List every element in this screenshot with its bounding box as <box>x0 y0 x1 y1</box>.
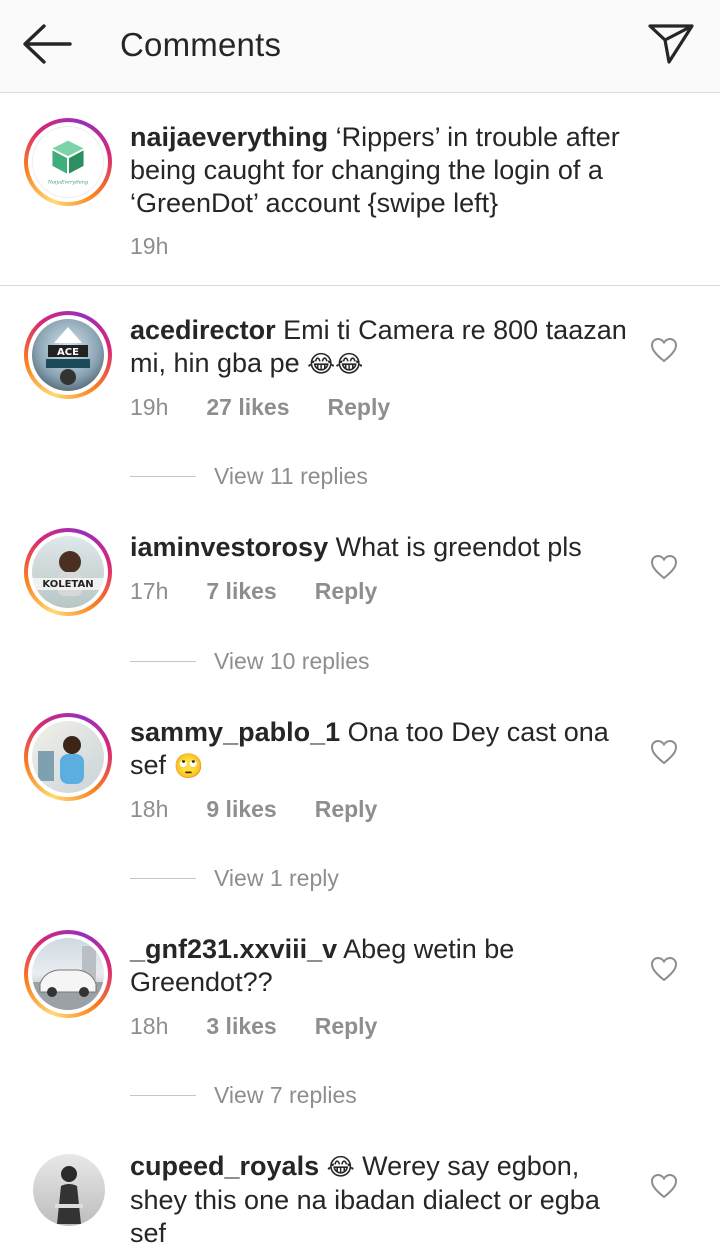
heart-icon[interactable] <box>650 1173 678 1199</box>
top-bar: Comments <box>0 0 720 93</box>
comment-meta: 18h 3 likes Reply <box>130 1013 377 1040</box>
view-replies-label: View 7 replies <box>214 1082 357 1108</box>
comment-avatar[interactable]: KOLETAN <box>24 528 112 616</box>
heart-icon[interactable] <box>650 739 678 765</box>
reply-button[interactable]: Reply <box>315 796 378 823</box>
comment-time: 17h <box>130 578 169 604</box>
comment-text: sammy_pablo_1 Ona too Dey cast ona sef 🙄 <box>130 716 630 783</box>
comment-avatar[interactable] <box>33 1154 105 1226</box>
heart-icon[interactable] <box>650 337 678 363</box>
reply-button[interactable]: Reply <box>315 578 378 605</box>
comment-meta: 17h 7 likes Reply <box>130 578 377 605</box>
likes-count[interactable]: 3 likes <box>206 1013 276 1040</box>
reply-button[interactable]: Reply <box>328 394 391 421</box>
svg-text:ACE: ACE <box>57 347 79 358</box>
likes-count[interactable]: 9 likes <box>206 796 276 823</box>
reply-button[interactable]: Reply <box>315 1013 378 1040</box>
divider-line <box>130 661 196 662</box>
comment-time: 18h <box>130 796 169 822</box>
svg-text:NaijaEverything: NaijaEverything <box>47 179 88 185</box>
comment-body: What is greendot pls <box>335 532 582 562</box>
car-photo <box>32 946 104 1010</box>
comment-text: iaminvestorosy What is greendot pls <box>130 531 630 564</box>
comment-username[interactable]: cupeed_royals <box>130 1151 319 1181</box>
page-title: Comments <box>120 26 282 63</box>
laughing-emoji-icon: 😂 <box>326 1153 355 1181</box>
post-caption: NaijaEverything naijaeverything ‘Rippers… <box>0 94 720 286</box>
koletan-avatar: KOLETAN <box>32 551 104 596</box>
comment-username[interactable]: _gnf231.xxviii_v <box>130 934 337 964</box>
comment-text: cupeed_royals 😂 Werey say egbon, shey th… <box>130 1150 630 1250</box>
view-replies-label: View 1 reply <box>214 865 339 891</box>
comment-avatar[interactable]: ACE <box>24 311 112 399</box>
view-replies-label: View 10 replies <box>214 648 370 674</box>
laughing-emoji-icon: 😂😂 <box>307 350 364 378</box>
comment-username[interactable]: acedirector <box>130 315 276 345</box>
comment-meta: 19h 27 likes Reply <box>130 394 390 421</box>
comment-username[interactable]: iaminvestorosy <box>130 532 328 562</box>
comment-text: _gnf231.xxviii_v Abeg wetin be Greendot?… <box>130 933 630 999</box>
divider-line <box>130 1095 196 1096</box>
comment-text: acedirector Emi ti Camera re 800 taazan … <box>130 314 630 381</box>
comment-avatar[interactable] <box>24 713 112 801</box>
back-arrow-icon[interactable] <box>20 22 74 66</box>
ace-logo: ACE <box>46 327 90 385</box>
naijaeverything-logo: NaijaEverything <box>47 140 88 185</box>
svg-text:KOLETAN: KOLETAN <box>42 579 93 590</box>
divider-line <box>130 476 196 477</box>
heart-icon[interactable] <box>650 554 678 580</box>
caption-avatar[interactable]: NaijaEverything <box>24 118 112 206</box>
comment-username[interactable]: sammy_pablo_1 <box>130 717 340 747</box>
comment-avatar[interactable] <box>24 930 112 1018</box>
caption-text: naijaeverything ‘Rippers’ in trouble aft… <box>130 121 630 220</box>
comment-time: 18h <box>130 1013 169 1039</box>
likes-count[interactable]: 7 likes <box>206 578 276 605</box>
person-photo <box>55 1166 83 1224</box>
comment-meta: 18h 9 likes Reply <box>130 796 377 823</box>
comment-time: 19h <box>130 394 169 420</box>
heart-icon[interactable] <box>650 956 678 982</box>
person-photo <box>38 736 84 784</box>
view-replies-label: View 11 replies <box>214 463 368 489</box>
likes-count[interactable]: 27 likes <box>206 394 289 421</box>
caption-meta: 19h <box>130 233 168 260</box>
caption-username[interactable]: naijaeverything <box>130 122 328 152</box>
caption-time: 19h <box>130 233 169 259</box>
eye-roll-emoji-icon: 🙄 <box>173 752 204 780</box>
paper-plane-icon[interactable] <box>646 20 696 66</box>
divider-line <box>130 878 196 879</box>
